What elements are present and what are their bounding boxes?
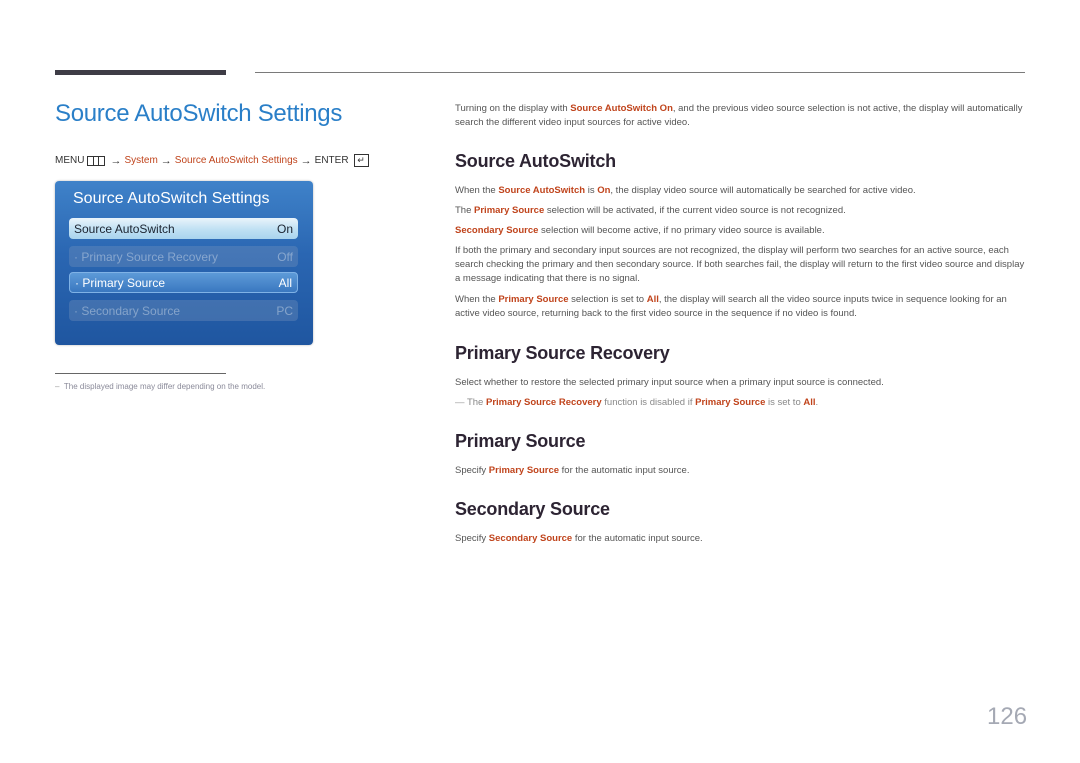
osd-row-primary-source: · Primary Source All bbox=[69, 272, 298, 293]
text: Specify bbox=[455, 533, 489, 544]
text: is set to bbox=[765, 397, 804, 408]
menu-path: MENU → System → Source AutoSwitch Settin… bbox=[55, 154, 369, 167]
highlight: Primary Source bbox=[474, 205, 545, 216]
osd-title: Source AutoSwitch Settings bbox=[73, 190, 270, 207]
text: Specify bbox=[455, 465, 489, 476]
highlight: Source AutoSwitch bbox=[498, 185, 586, 196]
osd-row-source-autoswitch: Source AutoSwitch On bbox=[69, 218, 298, 239]
osd-row-value: Off bbox=[277, 249, 293, 264]
paragraph: Select whether to restore the selected p… bbox=[455, 377, 884, 388]
enter-icon: ↵ bbox=[353, 154, 369, 167]
note-dash-icon: — bbox=[455, 397, 465, 408]
highlight: Source AutoSwitch On bbox=[570, 103, 673, 114]
intro-paragraph: Turning on the display with Source AutoS… bbox=[455, 102, 1025, 130]
highlight: All bbox=[803, 397, 816, 408]
osd-row-label: · Primary Source bbox=[75, 275, 166, 290]
osd-row-value: On bbox=[276, 221, 293, 236]
heading-primary-source: Primary Source bbox=[455, 431, 586, 451]
page-title: Source AutoSwitch Settings bbox=[55, 100, 343, 127]
text: When the bbox=[455, 294, 499, 305]
paragraph: Specify Secondary Source for the automat… bbox=[455, 532, 1030, 546]
text: When the bbox=[455, 185, 499, 196]
heading-primary-source-recovery: Primary Source Recovery bbox=[455, 343, 670, 363]
header-bar-thick bbox=[55, 70, 226, 75]
text: Turning on the display with bbox=[455, 103, 571, 114]
text: The bbox=[455, 205, 475, 216]
osd-menu-screenshot: Source AutoSwitch Settings Source AutoSw… bbox=[55, 181, 313, 345]
paragraph: When the Primary Source selection is set… bbox=[455, 293, 1030, 321]
text: selection is set to bbox=[568, 294, 647, 305]
heading-source-autoswitch: Source AutoSwitch bbox=[455, 151, 616, 171]
highlight: Primary Source bbox=[498, 294, 569, 305]
arrow-icon: → bbox=[110, 154, 122, 167]
text: function is disabled if bbox=[601, 397, 696, 408]
text: selection will become active, if no prim… bbox=[538, 225, 825, 236]
arrow-icon: → bbox=[300, 154, 312, 167]
menu-label: MENU bbox=[55, 155, 85, 166]
footnote: – The displayed image may differ dependi… bbox=[55, 382, 265, 391]
text: The bbox=[464, 397, 486, 408]
header-rule bbox=[255, 72, 1025, 73]
highlight: Primary Source bbox=[488, 465, 560, 476]
highlight: Primary Source bbox=[695, 397, 766, 408]
paragraph: Specify Primary Source for the automatic… bbox=[455, 464, 1030, 478]
text: is bbox=[585, 185, 598, 196]
enter-label: ENTER bbox=[314, 155, 349, 166]
text: , the display video source will automati… bbox=[610, 185, 916, 196]
footnote-text: The displayed image may differ depending… bbox=[63, 382, 266, 391]
paragraph: If both the primary and secondary input … bbox=[455, 245, 1025, 284]
highlight: Secondary Source bbox=[455, 225, 539, 236]
osd-row-label: · Secondary Source bbox=[74, 303, 181, 318]
arrow-icon: → bbox=[160, 154, 172, 167]
paragraph: When the Source AutoSwitch is On, the di… bbox=[455, 184, 1030, 198]
note: — The Primary Source Recovery function i… bbox=[455, 396, 1030, 410]
text: . bbox=[815, 397, 819, 408]
menu-grid-icon bbox=[87, 155, 106, 166]
menu-path-system: System bbox=[124, 155, 158, 166]
footnote-divider bbox=[55, 373, 226, 374]
osd-row-label: Source AutoSwitch bbox=[74, 221, 175, 236]
osd-row-value: All bbox=[278, 275, 292, 290]
paragraph: The Primary Source selection will be act… bbox=[455, 204, 1030, 218]
text: for the automatic input source. bbox=[572, 533, 703, 544]
osd-row-value: PC bbox=[276, 303, 293, 318]
text: for the automatic input source. bbox=[559, 465, 690, 476]
highlight: Primary Source Recovery bbox=[485, 397, 602, 408]
note-dash-icon: – bbox=[55, 382, 64, 391]
paragraph: Secondary Source selection will become a… bbox=[455, 224, 1030, 238]
page-number: 126 bbox=[987, 703, 1028, 730]
osd-row-secondary-source: · Secondary Source PC bbox=[69, 300, 298, 321]
osd-row-primary-source-recovery: · Primary Source Recovery Off bbox=[69, 246, 298, 267]
highlight: On bbox=[597, 185, 611, 196]
menu-path-settings: Source AutoSwitch Settings bbox=[174, 155, 298, 166]
heading-secondary-source: Secondary Source bbox=[455, 499, 610, 519]
text: selection will be activated, if the curr… bbox=[544, 205, 846, 216]
highlight: All bbox=[646, 294, 659, 305]
highlight: Secondary Source bbox=[488, 533, 573, 544]
osd-row-label: · Primary Source Recovery bbox=[74, 249, 219, 264]
